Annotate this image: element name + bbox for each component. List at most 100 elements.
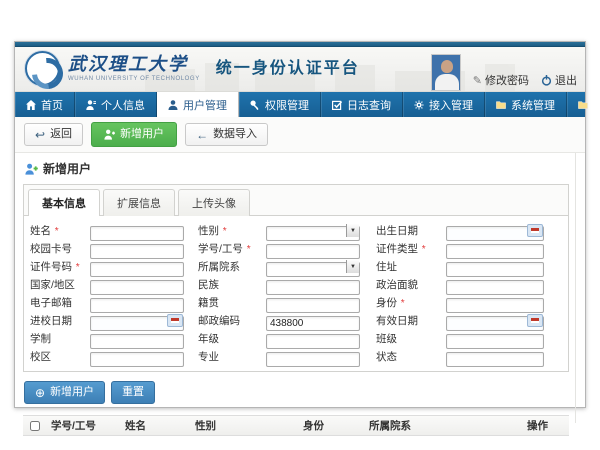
table-header-0: 学号/工号 — [47, 418, 121, 433]
nav-item-1[interactable]: 个人信息 — [75, 92, 157, 117]
power-icon — [541, 75, 552, 86]
field-status: 状态 — [376, 348, 562, 365]
reset-button-label: 重置 — [122, 386, 144, 399]
field-email-label: 电子邮箱 — [30, 295, 90, 310]
field-native-place-input[interactable] — [266, 298, 360, 313]
brand-area: 武汉理工大学 WUHAN UNIVERSITY OF TECHNOLOGY 统一… — [25, 51, 360, 86]
field-identity-input[interactable] — [446, 298, 544, 313]
nav-item-5[interactable]: 接入管理 — [403, 92, 485, 117]
user-avatar[interactable] — [431, 54, 461, 91]
field-study-length-input[interactable] — [90, 334, 184, 349]
nav-item-label: 个人信息 — [101, 97, 145, 113]
field-student-id-input[interactable] — [266, 244, 360, 259]
field-ethnicity-input[interactable] — [266, 280, 360, 295]
field-name: 姓名 * — [30, 222, 198, 239]
form-grid: 姓名 *性别 *▼出生日期校园卡号学号/工号 *证件类型 *证件号码 *所属院系… — [24, 216, 568, 371]
required-asterisk: * — [52, 226, 59, 237]
field-postal-code-input[interactable] — [266, 316, 360, 331]
nav-item-2[interactable]: 用户管理 — [157, 92, 239, 117]
field-major-input[interactable] — [266, 352, 360, 367]
field-grade-label: 年级 — [198, 331, 266, 346]
calendar-icon[interactable] — [527, 314, 543, 327]
nav-item-4[interactable]: 日志查询 — [321, 92, 403, 117]
dropdown-arrow-icon[interactable]: ▼ — [346, 260, 359, 273]
nav-item-label: 用户管理 — [183, 97, 227, 113]
required-asterisk: * — [398, 298, 405, 309]
field-class-label: 班级 — [376, 331, 446, 346]
table-header-4: 所属院系 — [365, 418, 523, 433]
submit-add-user-button[interactable]: ⊕ 新增用户 — [24, 381, 105, 404]
gear-icon — [414, 100, 424, 110]
section-title: 新增用户 — [43, 160, 91, 177]
back-button[interactable]: ↩ 返回 — [24, 123, 83, 146]
table-header-2: 性别 — [191, 418, 299, 433]
calendar-icon[interactable] — [167, 314, 183, 327]
tab-1[interactable]: 扩展信息 — [103, 189, 175, 216]
field-email-input[interactable] — [90, 298, 184, 313]
tab-2[interactable]: 上传头像 — [178, 189, 250, 216]
folder-icon — [578, 100, 588, 110]
calendar-icon[interactable] — [527, 224, 543, 237]
field-status-label: 状态 — [376, 349, 446, 364]
field-country-region-input[interactable] — [90, 280, 184, 295]
field-political-status-label: 政治面貌 — [376, 277, 446, 292]
field-political-status-input[interactable] — [446, 280, 544, 295]
platform-title: 统一身份认证平台 — [216, 54, 360, 78]
import-arrow-icon: ← — [196, 130, 208, 140]
change-password-link[interactable]: ✎ 修改密码 — [473, 72, 529, 88]
field-native-place: 籍贯 — [198, 294, 376, 311]
field-name-label: 姓名 * — [30, 223, 90, 238]
field-ethnicity: 民族 — [198, 276, 376, 293]
field-gender: 性别 * ▼ — [198, 222, 376, 239]
nav-item-3[interactable]: 权限管理 — [239, 92, 321, 117]
section-header: 新增用户 — [15, 153, 585, 182]
field-identity-label: 身份 * — [376, 295, 446, 310]
field-class-input[interactable] — [446, 334, 544, 349]
field-campus-card-input[interactable] — [90, 244, 184, 259]
add-user-icon — [104, 129, 115, 140]
nav-item-6[interactable]: 系统管理 — [485, 92, 567, 117]
field-id-type-input[interactable] — [446, 244, 544, 259]
field-birth-date-label: 出生日期 — [376, 223, 446, 238]
field-major-label: 专业 — [198, 349, 266, 364]
table-header-3: 身份 — [299, 418, 365, 433]
logout-link[interactable]: 退出 — [541, 72, 577, 88]
select-all-checkbox[interactable] — [30, 421, 40, 431]
field-study-length: 学制 — [30, 330, 198, 347]
main-content: 新增用户 基本信息扩展信息上传头像 姓名 *性别 *▼出生日期校园卡号学号/工号… — [15, 153, 585, 401]
required-asterisk: * — [220, 226, 227, 237]
university-name: 武汉理工大学 — [68, 55, 200, 75]
reset-button[interactable]: 重置 — [111, 381, 155, 404]
field-ethnicity-label: 民族 — [198, 277, 266, 292]
nav-item-0[interactable]: 首页 — [15, 92, 75, 117]
plus-circle-icon: ⊕ — [35, 388, 45, 398]
toolbar: ↩ 返回 新增用户 ← 数据导入 — [15, 117, 585, 153]
nav-item-label: 订阅管理 — [593, 97, 600, 113]
field-name-input[interactable] — [90, 226, 184, 241]
form-actions: ⊕ 新增用户 重置 — [24, 381, 585, 404]
field-class: 班级 — [376, 330, 562, 347]
home-icon — [26, 100, 36, 110]
data-import-button[interactable]: ← 数据导入 — [185, 123, 268, 146]
dropdown-arrow-icon[interactable]: ▼ — [346, 224, 359, 237]
nav-item-7[interactable]: 订阅管理 — [567, 92, 600, 117]
table-header-5: 操作 — [523, 418, 569, 433]
field-gender-label: 性别 * — [198, 223, 266, 238]
field-address-label: 住址 — [376, 259, 446, 274]
key-icon — [250, 100, 260, 110]
users-icon — [168, 100, 178, 110]
table-header-1: 姓名 — [121, 418, 191, 433]
field-campus-label: 校区 — [30, 349, 90, 364]
add-user-toolbar-button[interactable]: 新增用户 — [91, 122, 177, 147]
tab-bar: 基本信息扩展信息上传头像 — [24, 185, 568, 216]
tab-0[interactable]: 基本信息 — [28, 189, 100, 216]
field-grade: 年级 — [198, 330, 376, 347]
back-button-label: 返回 — [50, 128, 72, 141]
field-id-number-input[interactable] — [90, 262, 184, 277]
user-icon — [86, 100, 96, 110]
field-status-input[interactable] — [446, 352, 544, 367]
field-campus-input[interactable] — [90, 352, 184, 367]
field-address-input[interactable] — [446, 262, 544, 277]
field-grade-input[interactable] — [266, 334, 360, 349]
field-identity: 身份 * — [376, 294, 562, 311]
